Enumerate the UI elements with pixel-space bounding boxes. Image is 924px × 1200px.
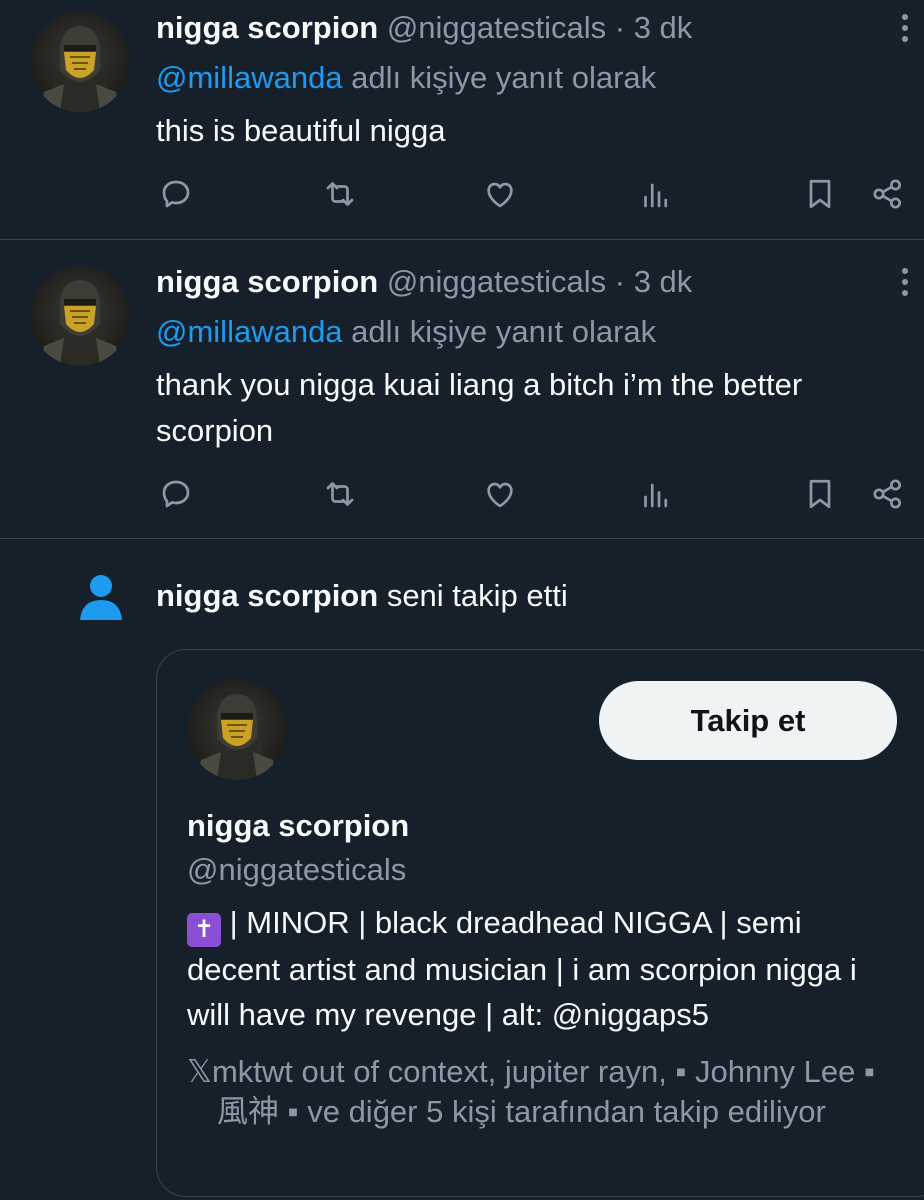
profile-name[interactable]: nigga scorpion xyxy=(187,806,409,846)
reply-mention-link[interactable]: @millawanda xyxy=(156,60,343,95)
follow-button[interactable]: Takip et xyxy=(599,681,897,760)
profile-avatar[interactable] xyxy=(187,680,287,780)
follow-notification-text: nigga scorpion seni takip etti xyxy=(156,576,568,616)
reply-context-text: adlı kişiye yanıt olarak xyxy=(351,314,657,349)
user-handle[interactable]: @niggatesticals xyxy=(387,10,606,45)
retweet-icon xyxy=(326,182,354,206)
reply-mention-link[interactable]: @millawanda xyxy=(156,314,343,349)
tweet[interactable]: nigga scorpion @niggatesticals · 3 dk @m… xyxy=(0,0,924,240)
separator-dot: · xyxy=(614,10,626,45)
followed-by-text[interactable]: 𝕏mktwt out of context, jupiter rayn, ▪ J… xyxy=(187,1052,887,1132)
tweet-text: this is beautiful nigga xyxy=(156,113,446,148)
more-options-icon[interactable] xyxy=(890,8,920,48)
reply-context-text: adlı kişiye yanıt olarak xyxy=(351,60,657,95)
views-button[interactable] xyxy=(634,472,678,516)
bookmark-icon xyxy=(809,179,831,209)
bookmark-button[interactable] xyxy=(798,472,842,516)
bookmark-icon xyxy=(809,479,831,509)
user-handle[interactable]: @niggatesticals xyxy=(387,264,606,299)
share-icon xyxy=(873,479,902,509)
follow-action-text: seni takip etti xyxy=(386,578,568,613)
share-button[interactable] xyxy=(866,472,910,516)
profile-bio: ✝ | MINOR | black dreadhead NIGGA | semi… xyxy=(187,900,877,1037)
tweet-actions xyxy=(0,472,924,516)
like-button[interactable] xyxy=(478,172,522,216)
follower-name[interactable]: nigga scorpion xyxy=(156,578,378,613)
display-name[interactable]: nigga scorpion xyxy=(156,264,378,299)
reply-button[interactable] xyxy=(154,472,198,516)
person-icon xyxy=(80,575,122,620)
retweet-button[interactable] xyxy=(318,172,362,216)
views-icon xyxy=(644,183,668,208)
reply-context: @millawanda adlı kişiye yanıt olarak xyxy=(156,312,656,352)
reply-icon xyxy=(162,480,190,508)
tweet-actions xyxy=(0,172,924,216)
like-icon xyxy=(487,182,513,208)
timestamp[interactable]: 3 dk xyxy=(634,264,693,299)
cross-emoji-icon: ✝ xyxy=(187,913,221,947)
tweet-header: nigga scorpion @niggatesticals · 3 dk xyxy=(156,8,692,48)
retweet-button[interactable] xyxy=(318,472,362,516)
display-name[interactable]: nigga scorpion xyxy=(156,10,378,45)
avatar[interactable] xyxy=(30,12,130,112)
like-icon xyxy=(487,482,513,508)
tweet-header: nigga scorpion @niggatesticals · 3 dk xyxy=(156,262,692,302)
reply-icon xyxy=(162,180,190,208)
like-button[interactable] xyxy=(478,472,522,516)
tweet[interactable]: nigga scorpion @niggatesticals · 3 dk @m… xyxy=(0,240,924,539)
follow-notification[interactable]: nigga scorpion seni takip etti xyxy=(0,572,924,622)
separator-dot: · xyxy=(614,264,626,299)
profile-card[interactable]: Takip et nigga scorpion @niggatesticals … xyxy=(156,649,924,1197)
tweet-text: thank you nigga kuai liang a bitch i’m t… xyxy=(156,367,803,448)
views-button[interactable] xyxy=(634,172,678,216)
avatar-image xyxy=(40,26,120,112)
timestamp[interactable]: 3 dk xyxy=(634,10,693,45)
reply-button[interactable] xyxy=(154,172,198,216)
share-button[interactable] xyxy=(866,172,910,216)
retweet-icon xyxy=(326,482,354,506)
profile-bio-text: | MINOR | black dreadhead NIGGA | semi d… xyxy=(187,905,857,1032)
avatar[interactable] xyxy=(30,266,130,366)
avatar-image xyxy=(40,280,120,366)
more-options-icon[interactable] xyxy=(890,262,920,302)
share-icon xyxy=(873,179,902,209)
bookmark-button[interactable] xyxy=(798,172,842,216)
reply-context: @millawanda adlı kişiye yanıt olarak xyxy=(156,58,656,98)
views-icon xyxy=(644,483,668,508)
profile-handle[interactable]: @niggatesticals xyxy=(187,850,406,890)
avatar-image xyxy=(197,694,277,780)
